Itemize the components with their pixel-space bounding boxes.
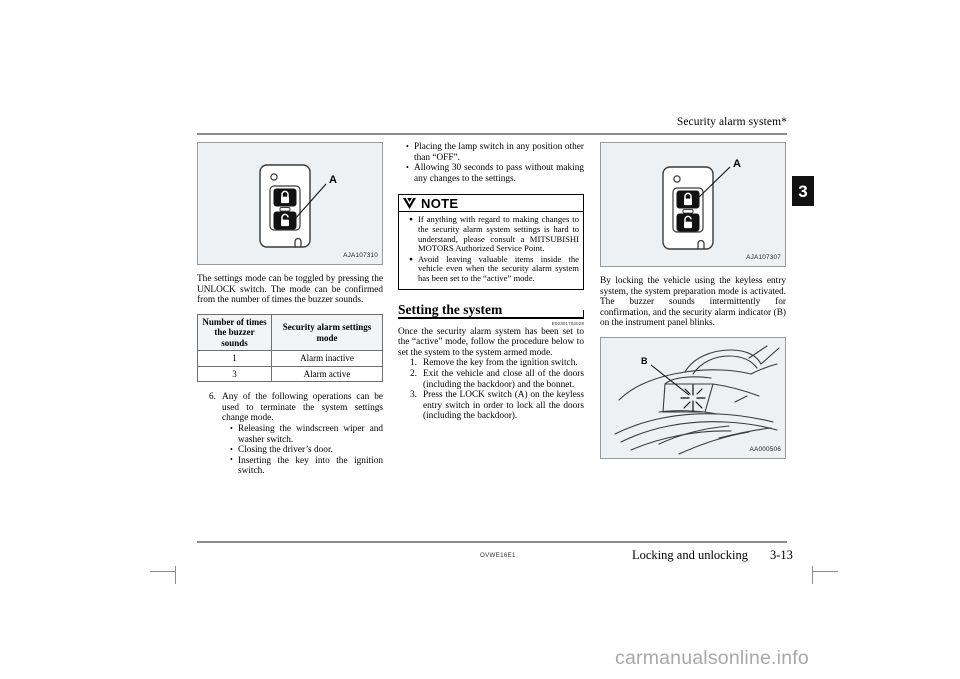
step6-sublist: Releasing the windscreen wiper and washe… [222, 424, 383, 477]
figure-instrument-panel: B AA000506 [600, 336, 786, 459]
note-flag-icon [403, 197, 416, 209]
crop-mark-left [150, 571, 176, 572]
column-middle: Placing the lamp switch in any position … [398, 141, 584, 422]
section-heading: Setting the system [398, 301, 503, 317]
note-header: NOTE [399, 195, 583, 213]
column2-top-bullets: Placing the lamp switch in any position … [398, 141, 584, 184]
manual-page: Security alarm system* 3 A AJA107310 The… [0, 0, 960, 679]
key-fob-lock-illustration: A [662, 158, 741, 250]
step6-text: Any of the following operations can be u… [222, 392, 383, 424]
note-title: NOTE [421, 195, 459, 211]
section-intro-paragraph: Once the security alarm system has been … [398, 326, 584, 358]
cell-alarm-mode: Alarm inactive [271, 350, 383, 367]
table-header-alarm-mode: Security alarm settings mode [271, 313, 383, 352]
running-header-title: Security alarm system* [676, 116, 787, 128]
list-item: Exit the vehicle and close all of the do… [410, 368, 584, 390]
column-right: A AJA107307 By locking the vehicle using… [600, 142, 786, 468]
list-item: Inserting the key into the ignition swit… [230, 455, 383, 477]
table-header-buzzer-count: Number of times the buzzer sounds [197, 313, 272, 352]
crop-mark-left-vertical [175, 566, 176, 584]
section-underline [398, 317, 584, 319]
table-row: 3 Alarm active [197, 365, 383, 383]
cell-buzzer-count: 3 [197, 365, 272, 383]
cell-alarm-mode: Alarm active [271, 365, 383, 383]
column1-step-list: Any of the following operations can be u… [197, 392, 383, 477]
list-item: Press the LOCK switch (A) on the keyless… [410, 390, 584, 422]
list-item: Releasing the windscreen wiper and washe… [230, 424, 383, 445]
figure-key-fob-lock: A AJA107307 [600, 142, 786, 267]
note-body: If anything with regard to making change… [399, 212, 583, 288]
instrument-panel-illustration: B [614, 345, 780, 455]
svg-text:A: A [329, 174, 337, 186]
crop-mark-right-vertical [812, 566, 813, 584]
table-header-row: Number of times the buzzer sounds Securi… [197, 313, 383, 352]
list-item: Remove the key from the ignition switch. [410, 358, 578, 369]
buzzer-settings-table: Number of times the buzzer sounds Securi… [197, 313, 383, 383]
section-heading-wrapper: Setting the system [398, 302, 584, 319]
footer-doc-code: OVWE16E1 [480, 552, 516, 559]
section-end-tick [582, 309, 584, 319]
crop-mark-right [812, 571, 838, 572]
setting-system-steps: Remove the key from the ignition switch.… [398, 358, 584, 422]
key-fob-unlock-illustration: A [259, 164, 337, 248]
list-item: Allowing 30 seconds to pass without maki… [406, 163, 584, 184]
svg-text:A: A [733, 158, 741, 170]
site-watermark: carmanualsonline.info [615, 647, 809, 669]
svg-text:B: B [641, 356, 648, 366]
chapter-tab-3: 3 [792, 176, 814, 206]
note-item-list: If anything with regard to making change… [403, 215, 579, 283]
list-item: If anything with regard to making change… [409, 215, 579, 253]
figure-code: AJA107307 [746, 254, 781, 262]
footer-section-title: Locking and unlocking [632, 548, 748, 562]
header-divider [197, 133, 787, 135]
footer-page-number: 3-13 [770, 548, 793, 562]
note-box: NOTE If anything with regard to making c… [398, 194, 584, 290]
cell-buzzer-count: 1 [197, 350, 272, 367]
list-item: Avoid leaving valuable items inside the … [409, 254, 579, 284]
figure-key-fob-unlock: A AJA107310 [197, 142, 383, 265]
list-item: Placing the lamp switch in any position … [406, 141, 584, 163]
figure-code: AJA107310 [343, 252, 378, 260]
list-item: Closing the driver’s door. [230, 445, 383, 456]
column1-paragraph: The settings mode can be toggled by pres… [197, 274, 383, 306]
figure-code: AA000506 [749, 446, 781, 454]
footer-divider [197, 541, 787, 543]
column-left: A AJA107310 The settings mode can be tog… [197, 142, 383, 477]
list-item: Any of the following operations can be u… [209, 392, 383, 477]
table-row: 1 Alarm inactive [197, 350, 383, 367]
column3-paragraph: By locking the vehicle using the keyless… [600, 276, 786, 329]
